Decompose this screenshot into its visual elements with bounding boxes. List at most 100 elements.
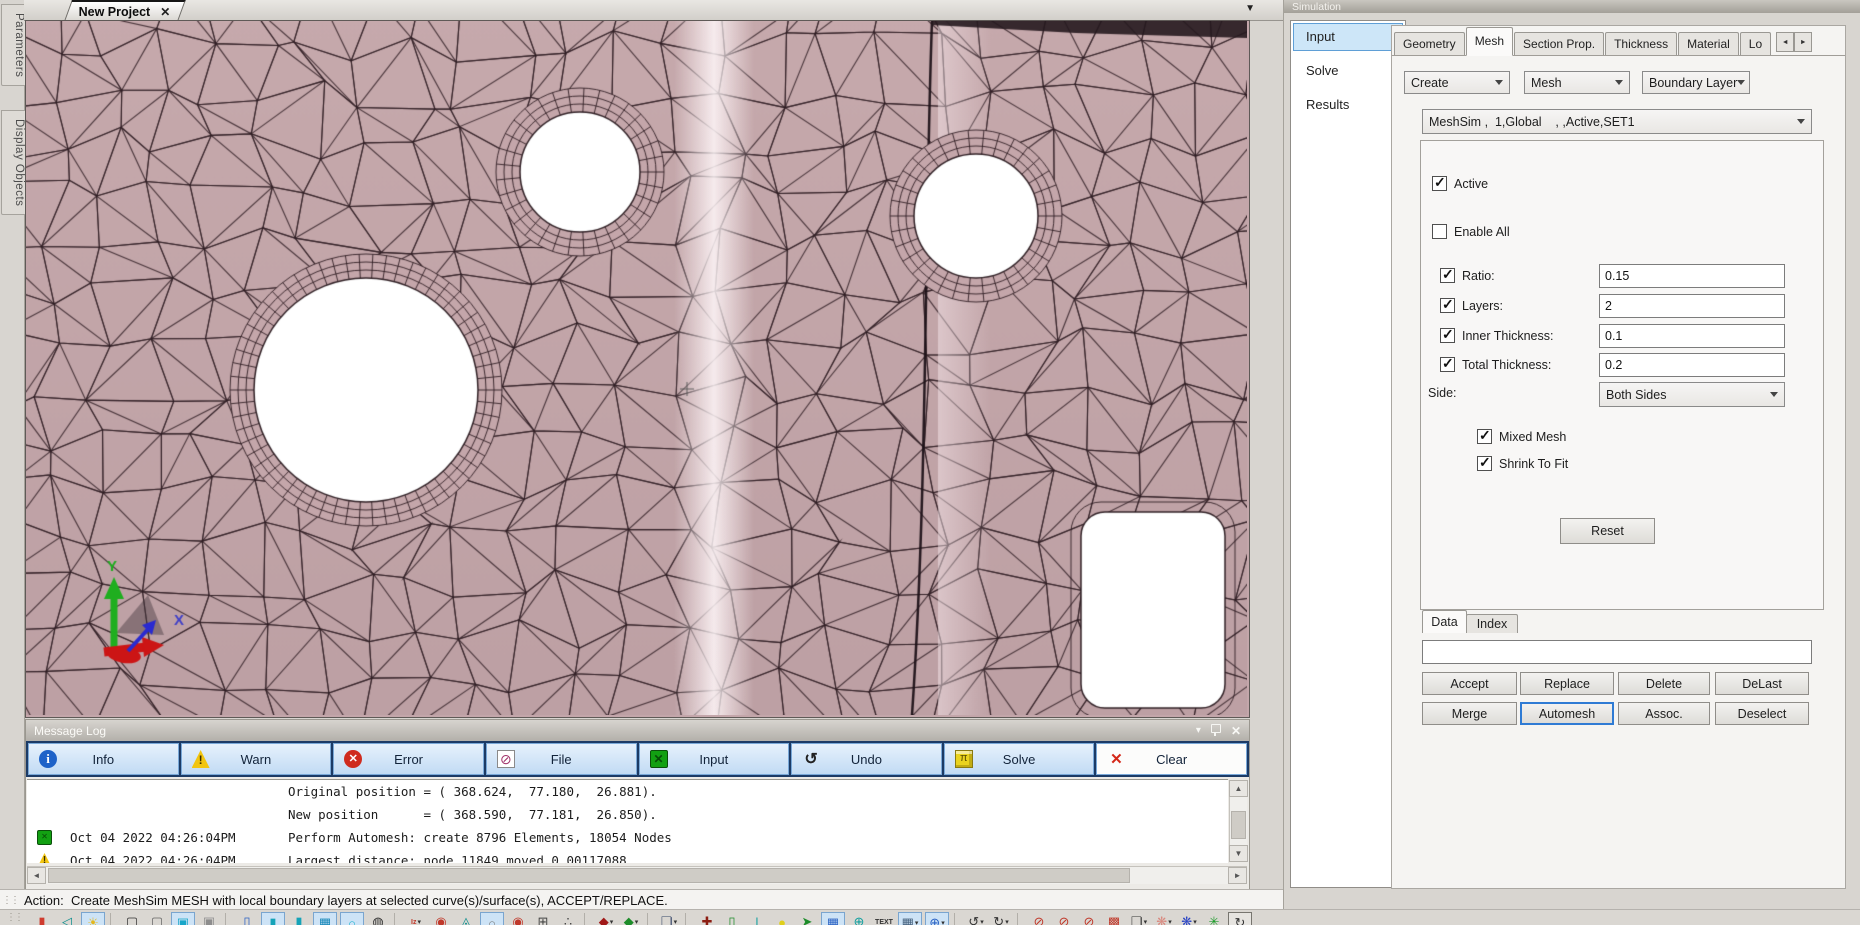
merge-button[interactable]: Merge [1422,702,1517,725]
action-dropdown[interactable]: Create [1404,71,1510,94]
undo-icon[interactable]: ↺▾ [965,912,987,925]
type-dropdown[interactable]: Boundary Layer [1642,71,1750,94]
ellipse-display-icon[interactable]: ○ [340,912,364,925]
coil-display-icon[interactable]: ◍ [367,912,389,925]
scroll-thumb[interactable] [1231,811,1246,839]
window-new-icon[interactable]: ❏▾ [658,912,680,925]
table-display-icon[interactable]: ▦▾ [898,912,922,925]
erase-entity-icon[interactable]: ⊘ [1028,912,1050,925]
highlight-icon[interactable]: ☀ [81,912,105,925]
redo-icon[interactable]: ↻▾ [990,912,1012,925]
tab-index[interactable]: Index [1466,614,1518,633]
tab-material[interactable]: Material [1678,32,1739,55]
erase-all-icon[interactable]: ⊘ [1078,912,1100,925]
mixed-mesh-checkbox[interactable] [1477,429,1492,444]
project-tab[interactable]: New Project ✕ [64,0,185,21]
viewport[interactable] [25,20,1250,718]
hiddenline-view-icon[interactable]: ▢ [146,912,168,925]
message-log-titlebar[interactable]: Message Log ▾ ✕ [26,720,1249,741]
nav-item-results[interactable]: Results [1293,91,1403,119]
fill-red-icon[interactable]: ◆▾ [595,912,617,925]
viewport-canvas[interactable] [26,21,1247,715]
grid-blue-icon[interactable]: ▦ [821,912,845,925]
shrink-to-fit-checkbox[interactable] [1477,456,1492,471]
delast-button[interactable]: DeLast [1715,672,1809,695]
tab-scroll-left-icon[interactable]: ◄ [1776,32,1794,52]
node-display-icon[interactable]: ◉ [430,912,452,925]
log-horizontal-scrollbar[interactable]: ◄ ► [27,866,1247,884]
object-dropdown[interactable]: Mesh [1524,71,1630,94]
tab-mesh[interactable]: Mesh [1466,27,1513,56]
wireframe-view-icon[interactable]: ▢ [121,912,143,925]
automesh-button[interactable]: Automesh [1520,702,1614,725]
log-file-button[interactable]: File [486,743,637,775]
log-error-button[interactable]: Error [333,743,484,775]
scroll-down-icon[interactable]: ▼ [1229,845,1248,862]
total-thickness-checkbox[interactable] [1440,357,1455,372]
render-red-icon[interactable]: ❋▾ [1153,912,1175,925]
layers-checkbox[interactable] [1440,298,1455,313]
assoc-button[interactable]: Assoc. [1618,702,1710,725]
mesh-grid-display-icon[interactable]: ▦ [313,912,337,925]
log-clear-button[interactable]: Clear [1096,743,1247,775]
ratio-field[interactable] [1599,264,1785,288]
tab-data[interactable]: Data [1422,610,1467,633]
log-info-button[interactable]: Info [28,743,179,775]
log-undo-button[interactable]: Undo [791,743,942,775]
shaded-edges-view-icon[interactable]: ▣ [198,912,220,925]
tab-geometry[interactable]: Geometry [1394,32,1465,55]
point-display-icon[interactable]: ▯ [236,912,258,925]
simulation-panel-titlebar[interactable]: Simulation [1284,0,1860,13]
face-display-icon[interactable]: ▮ [288,912,310,925]
node-small-icon[interactable]: ◉ [507,912,529,925]
reset-button[interactable]: Reset [1560,518,1655,544]
active-checkbox[interactable] [1432,176,1447,191]
view-orientation-icon[interactable]: ◁ [56,912,78,925]
render-green-icon[interactable]: ✳ [1203,912,1225,925]
inner-thickness-checkbox[interactable] [1440,328,1455,343]
ratio-checkbox[interactable] [1440,268,1455,283]
log-input-button[interactable]: Input [639,743,790,775]
tab-section-prop[interactable]: Section Prop. [1514,32,1604,55]
nav-item-input[interactable]: Input [1293,23,1403,51]
element-display-icon[interactable]: ◬ [455,912,477,925]
label-z-icon[interactable]: Iz▾ [405,912,427,925]
message-log-list[interactable]: Original position = ( 368.624, 77.180, 2… [27,779,1228,863]
mesh-select-dropdown[interactable]: MeshSim , 1,Global , ,Active,SET1 [1422,109,1812,134]
accept-button[interactable]: Accept [1422,672,1517,695]
erase-edit-icon[interactable]: ⊘ [1053,912,1075,925]
ellipse-yellow-icon[interactable]: ● [771,912,793,925]
layers-field[interactable] [1599,294,1785,318]
plus-marker-icon[interactable]: ✚ [696,912,718,925]
tab-overflow-icon[interactable]: ▼ [1245,3,1255,14]
deselect-button[interactable]: Deselect [1715,702,1809,725]
entry-field[interactable] [1422,640,1812,664]
log-solve-button[interactable]: Solve [944,743,1095,775]
tab-scroll-right-icon[interactable]: ► [1794,32,1812,52]
close-project-icon[interactable]: ✕ [160,5,170,19]
log-vertical-scrollbar[interactable]: ▲ ▼ [1229,780,1247,862]
copy-page-icon[interactable]: ❏▾ [1128,912,1150,925]
scroll-right-icon[interactable]: ► [1228,867,1247,884]
inner-thickness-field[interactable] [1599,324,1785,348]
total-thickness-field[interactable] [1599,353,1785,377]
erase-grid-icon[interactable]: ▩ [1103,912,1125,925]
shaded-view-icon[interactable]: ▣ [171,912,195,925]
ellipse-blank-icon[interactable]: ○ [480,912,504,925]
snap-points-icon[interactable]: ∴ [557,912,579,925]
fill-green-icon[interactable]: ◆▾ [620,912,642,925]
collapse-icon[interactable]: ▾ [1196,725,1201,736]
results-contour-icon[interactable]: ▮ [31,912,53,925]
log-warn-button[interactable]: Warn [181,743,332,775]
refresh-view-icon[interactable]: ↻ [1228,912,1252,925]
tab-thickness[interactable]: Thickness [1605,32,1677,55]
globe-grid-icon[interactable]: ⊕▾ [925,912,949,925]
enable-all-checkbox[interactable] [1432,224,1447,239]
tab-loads[interactable]: Lo [1740,32,1771,55]
rect-marker-icon[interactable]: ▯ [721,912,743,925]
scroll-thumb[interactable] [48,868,1130,883]
globe-display-icon[interactable]: ⊕ [848,912,870,925]
arrow-green-icon[interactable]: ➤ [796,912,818,925]
close-icon[interactable]: ✕ [1231,724,1241,738]
render-blue-icon[interactable]: ❋▾ [1178,912,1200,925]
